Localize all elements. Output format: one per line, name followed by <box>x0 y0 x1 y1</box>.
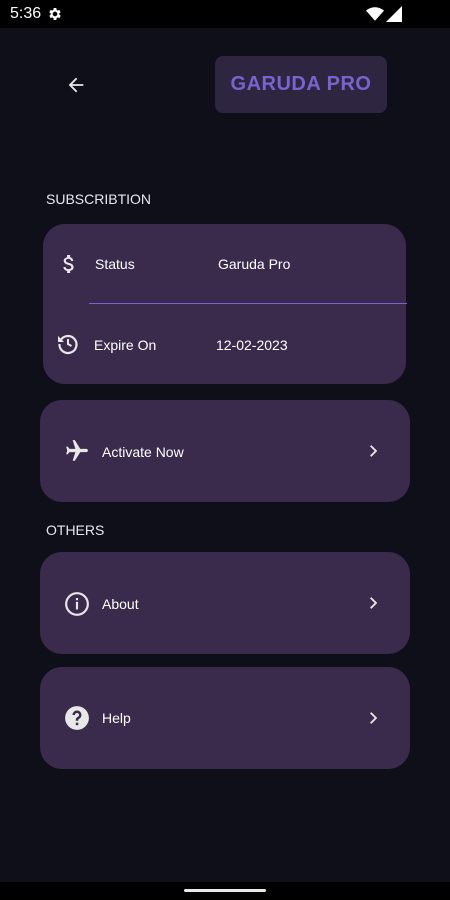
wifi-icon <box>366 7 384 21</box>
airplane-icon <box>64 438 90 464</box>
chevron-right-icon <box>370 712 378 724</box>
navigation-bar <box>0 882 450 900</box>
about-item[interactable]: About <box>40 552 410 654</box>
others-section-label: OTHERS <box>46 522 105 538</box>
pro-badge[interactable]: GARUDA PRO <box>215 56 387 113</box>
history-icon <box>56 332 80 356</box>
info-icon <box>64 591 90 617</box>
signal-icon <box>386 6 402 22</box>
dollar-icon <box>57 252 81 276</box>
chevron-right-icon <box>370 445 378 457</box>
status-bar: 5:36 <box>0 0 450 28</box>
divider <box>89 303 407 304</box>
status-time: 5:36 <box>10 5 42 22</box>
subscription-card: Status Garuda Pro Expire On 12-02-2023 <box>43 224 407 384</box>
status-value: Garuda Pro <box>218 256 291 272</box>
expire-value: 12-02-2023 <box>216 337 288 353</box>
status-label: Status <box>95 256 135 272</box>
activate-now-label: Activate Now <box>102 444 184 460</box>
activate-now-item[interactable]: Activate Now <box>40 400 410 502</box>
help-icon <box>64 705 90 731</box>
gear-icon <box>49 8 61 20</box>
home-handle[interactable] <box>184 889 266 892</box>
back-arrow-icon <box>68 77 84 93</box>
subscription-section-label: SUBSCRIBTION <box>46 191 152 207</box>
chevron-right-icon <box>370 597 378 609</box>
help-label: Help <box>102 710 131 726</box>
back-button[interactable] <box>62 71 90 99</box>
expire-label: Expire On <box>94 337 157 353</box>
help-item[interactable]: Help <box>40 667 410 769</box>
about-label: About <box>102 596 139 612</box>
